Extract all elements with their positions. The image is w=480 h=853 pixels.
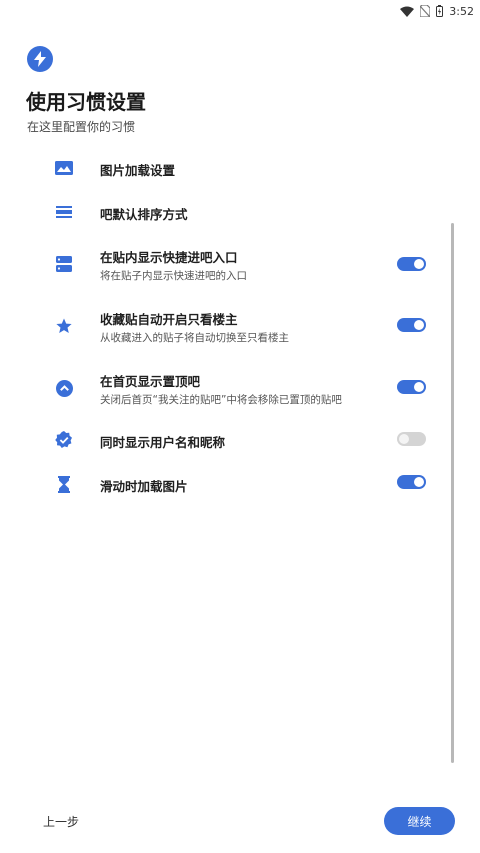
setting-show-username-nickname[interactable]: 同时显示用户名和昵称 bbox=[0, 428, 450, 472]
setting-quick-forum-entry[interactable]: 在贴内显示快捷进吧入口 将在贴子内显示快速进吧的入口 bbox=[0, 242, 450, 294]
only-op-toggle[interactable] bbox=[397, 318, 426, 332]
setting-description: 关闭后首页“我关注的贴吧”中将会移除已置顶的贴吧 bbox=[100, 394, 342, 406]
toggle-knob bbox=[414, 477, 424, 487]
status-time: 3:52 bbox=[449, 4, 474, 18]
setting-default-sort[interactable]: 吧默认排序方式 bbox=[0, 190, 450, 234]
image-icon bbox=[54, 158, 74, 178]
scrollbar[interactable] bbox=[451, 223, 454, 763]
setting-description: 将在贴子内显示快速进吧的入口 bbox=[100, 270, 247, 282]
arrow-up-circle-icon bbox=[54, 378, 74, 398]
page-subtitle: 在这里配置你的习惯 bbox=[27, 120, 136, 134]
setting-title: 滑动时加载图片 bbox=[100, 479, 188, 494]
setting-image-loading[interactable]: 图片加载设置 bbox=[0, 146, 450, 190]
no-sim-icon bbox=[419, 2, 431, 21]
pinned-forums-toggle[interactable] bbox=[397, 380, 426, 394]
setting-title: 图片加载设置 bbox=[100, 163, 176, 178]
setting-title: 同时显示用户名和昵称 bbox=[100, 435, 226, 450]
back-button[interactable]: 上一步 bbox=[43, 813, 79, 830]
scroll-load-images-toggle[interactable] bbox=[397, 475, 426, 489]
status-icons: 3:52 bbox=[400, 3, 474, 19]
toggle-knob bbox=[399, 434, 409, 444]
toggle-knob bbox=[414, 382, 424, 392]
quick-entry-toggle[interactable] bbox=[397, 257, 426, 271]
continue-button[interactable]: 继续 bbox=[384, 807, 455, 835]
page-title: 使用习惯设置 bbox=[26, 90, 146, 114]
setting-show-pinned-forums[interactable]: 在首页显示置顶吧 关闭后首页“我关注的贴吧”中将会移除已置顶的贴吧 bbox=[0, 366, 450, 418]
hourglass-icon bbox=[54, 474, 74, 494]
setting-title: 收藏贴自动开启只看楼主 bbox=[100, 312, 238, 327]
storage-icon bbox=[54, 254, 74, 274]
setting-title: 在贴内显示快捷进吧入口 bbox=[100, 250, 238, 265]
setting-description: 从收藏进入的贴子将自动切换至只看楼主 bbox=[100, 332, 289, 344]
setting-load-images-while-scrolling[interactable]: 滑动时加载图片 bbox=[0, 472, 450, 516]
lightning-icon bbox=[27, 46, 53, 72]
battery-icon bbox=[436, 2, 444, 21]
status-bar: 3:52 bbox=[0, 0, 480, 22]
toggle-knob bbox=[414, 259, 424, 269]
setting-title: 吧默认排序方式 bbox=[100, 207, 188, 222]
verified-badge-icon bbox=[54, 430, 74, 450]
username-nickname-toggle[interactable] bbox=[397, 432, 426, 446]
wifi-icon bbox=[400, 2, 415, 21]
toggle-knob bbox=[414, 320, 424, 330]
setting-title: 在首页显示置顶吧 bbox=[100, 374, 201, 389]
star-icon bbox=[54, 316, 74, 336]
sort-icon bbox=[54, 202, 74, 222]
setting-only-op-favorites[interactable]: 收藏贴自动开启只看楼主 从收藏进入的贴子将自动切换至只看楼主 bbox=[0, 304, 450, 356]
